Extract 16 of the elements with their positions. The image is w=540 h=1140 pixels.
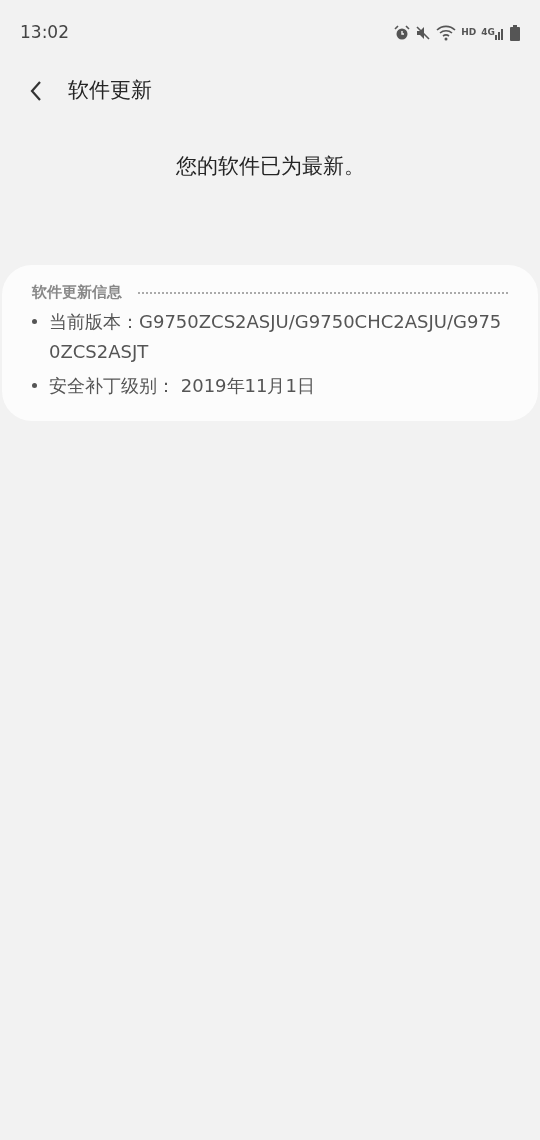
bullet-icon xyxy=(32,383,37,388)
back-icon xyxy=(29,80,43,102)
battery-icon xyxy=(510,25,520,41)
info-text: 当前版本：G9750ZCS2ASJU/G9750CHC2ASJU/G9750ZCS2ASJT xyxy=(49,310,503,364)
info-text: 安全补丁级别： 2019年11月1日 xyxy=(49,374,315,398)
wifi-icon xyxy=(436,25,457,41)
signal-icon xyxy=(495,26,505,40)
mute-icon xyxy=(415,25,432,41)
status-message: 您的软件已为最新。 xyxy=(175,153,365,180)
alarm-icon xyxy=(394,25,411,41)
bullet-icon xyxy=(32,319,37,324)
status-time: 13:02 xyxy=(20,21,69,45)
network-label: 4G xyxy=(481,26,495,39)
page-title: 软件更新 xyxy=(68,77,152,105)
hd-label: HD xyxy=(461,26,477,40)
card-title: 软件更新信息 xyxy=(32,281,122,303)
